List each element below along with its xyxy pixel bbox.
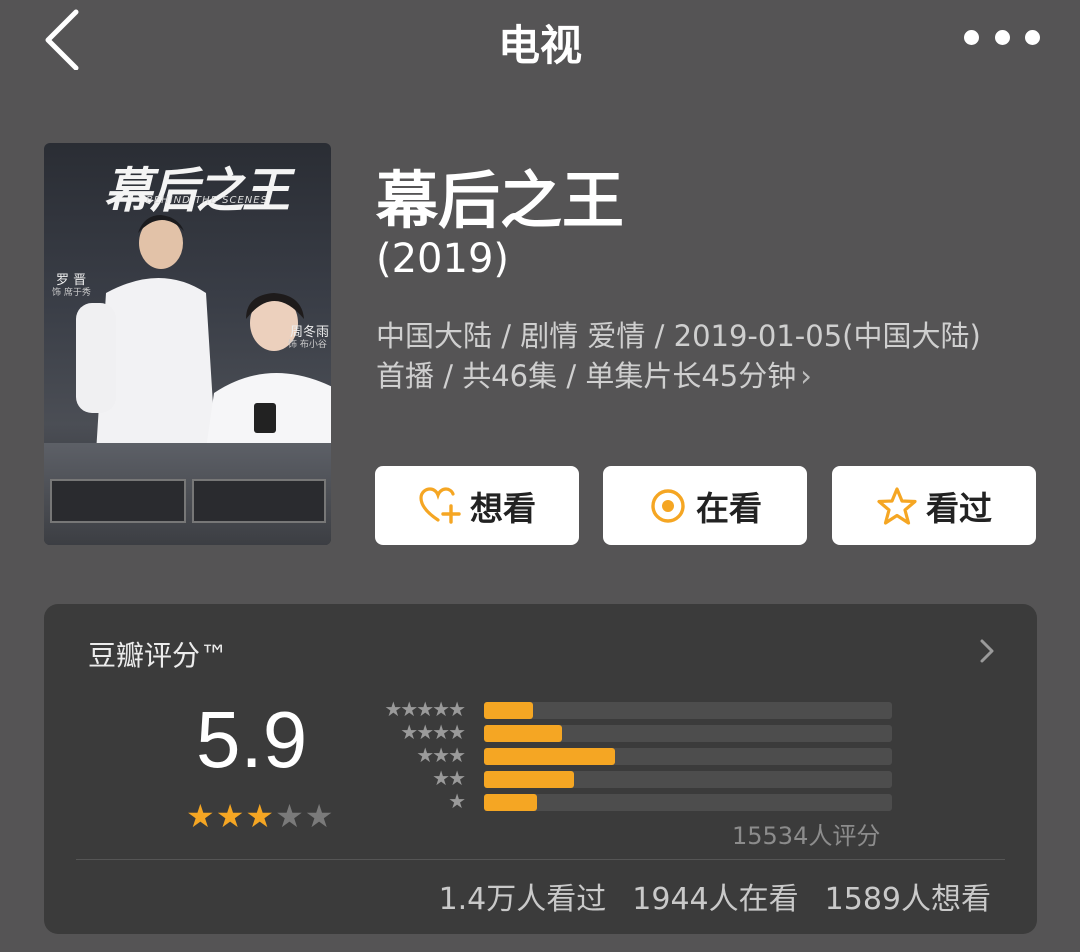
- distribution-bar: [484, 702, 533, 719]
- star-empty-icon: ★: [275, 797, 304, 835]
- distribution-bar: [484, 794, 538, 811]
- watched-label: 看过: [926, 488, 992, 528]
- star-outline-icon: [877, 486, 917, 525]
- divider: [76, 859, 1005, 860]
- poster-studio-equipment: [44, 443, 331, 545]
- watching-label: 在看: [696, 488, 762, 528]
- show-title: 幕后之王: [376, 164, 625, 237]
- nav-bar: 电视: [0, 0, 1080, 80]
- chevron-right-icon: ›: [800, 359, 812, 393]
- nav-title: 电视: [497, 21, 582, 70]
- watched-button[interactable]: 看过: [832, 466, 1036, 545]
- watch-stats: 1.4万人看过 1944人在看 1589人想看: [439, 874, 991, 918]
- poster-role-2: 饰 布小谷: [288, 340, 327, 350]
- meta-line-2-wrap: 首播 / 共46集 / 单集片长45分钟 ›: [376, 356, 1056, 396]
- distribution-row-4-star: ★★★★: [364, 720, 894, 745]
- distribution-stars-icon: ★★★★: [400, 720, 466, 744]
- more-dots-icon: [964, 29, 979, 45]
- stat-1[interactable]: 1944人在看: [632, 874, 798, 918]
- want-to-watch-button[interactable]: 想看: [375, 466, 579, 545]
- distribution-bar: [484, 771, 574, 788]
- show-meta[interactable]: 中国大陆 / 剧情 爱情 / 2019-01-05(中国大陆) 首播 / 共46…: [376, 316, 1056, 396]
- distribution-track: [484, 748, 892, 765]
- target-circle-icon: [651, 488, 685, 523]
- distribution-track: [484, 702, 892, 719]
- watching-button[interactable]: 在看: [603, 466, 807, 545]
- stat-0[interactable]: 1.4万人看过: [439, 874, 607, 918]
- poster-figure-woman: [204, 293, 331, 463]
- distribution-track: [484, 725, 892, 742]
- rating-count[interactable]: 15534人评分: [732, 816, 880, 851]
- distribution-bar: [484, 725, 562, 742]
- star-filled-icon: ★: [245, 797, 275, 835]
- heart-plus-icon: [419, 486, 461, 524]
- chevron-right-icon[interactable]: [977, 636, 997, 666]
- distribution-track: [484, 794, 892, 811]
- distribution-stars-icon: ★★: [432, 766, 466, 790]
- rating-stars: ★ ★ ★ ★ ★: [186, 800, 334, 832]
- poster-role-1: 饰 席于秀: [52, 288, 91, 298]
- distribution-track: [484, 771, 892, 788]
- meta-line-2: 首播 / 共46集 / 单集片长45分钟: [376, 359, 797, 393]
- distribution-row-1-star: ★: [364, 789, 894, 814]
- rating-score: 5.9: [196, 695, 308, 784]
- distribution-stars-icon: ★: [448, 789, 466, 813]
- meta-line-1: 中国大陆 / 剧情 爱情 / 2019-01-05(中国大陆): [376, 319, 981, 353]
- distribution-row-3-star: ★★★: [364, 743, 894, 768]
- distribution-row-2-star: ★★: [364, 766, 894, 791]
- star-filled-icon: ★: [215, 797, 245, 835]
- poster-title: 幕后之王: [104, 163, 290, 219]
- more-dot: [994, 29, 1010, 45]
- poster-subtitle: BEHIND THE SCENES: [146, 195, 268, 206]
- distribution-row-5-star: ★★★★★: [364, 697, 894, 722]
- distribution-stars-icon: ★★★★★: [384, 697, 466, 721]
- star-empty-icon: ★: [304, 797, 334, 835]
- poster-image[interactable]: 幕后之王 BEHIND THE SCENES 罗 晋 饰 席于秀 周冬雨 饰 布…: [44, 143, 331, 545]
- want-to-watch-label: 想看: [470, 488, 536, 528]
- rating-card[interactable]: 豆瓣评分™ 5.9 ★ ★ ★ ★ ★ ★★★★★ ★★★★ ★★★ ★★ ★ 15534人评分…: [44, 604, 1037, 934]
- distribution-bar: [484, 748, 615, 765]
- rating-label: 豆瓣评分™: [88, 639, 229, 672]
- more-button[interactable]: [964, 20, 1040, 54]
- show-year: (2019): [376, 236, 510, 282]
- more-dot: [1025, 29, 1040, 45]
- star-filled-icon: ★: [186, 797, 215, 835]
- stat-2[interactable]: 1589人想看: [825, 874, 991, 918]
- distribution-stars-icon: ★★★: [416, 743, 466, 767]
